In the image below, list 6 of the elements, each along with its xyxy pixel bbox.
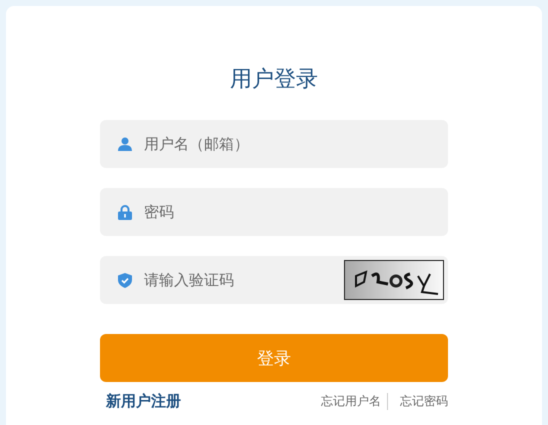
- register-link[interactable]: 新用户注册: [106, 392, 181, 411]
- input-field[interactable]: 密码: [100, 188, 448, 236]
- forgot-link[interactable]: 忘记密码: [400, 393, 448, 410]
- forgot-link[interactable]: 忘记用户名: [321, 393, 388, 410]
- page-title: 用户登录: [230, 66, 318, 94]
- input-field[interactable]: 用户名（邮箱）: [100, 120, 448, 168]
